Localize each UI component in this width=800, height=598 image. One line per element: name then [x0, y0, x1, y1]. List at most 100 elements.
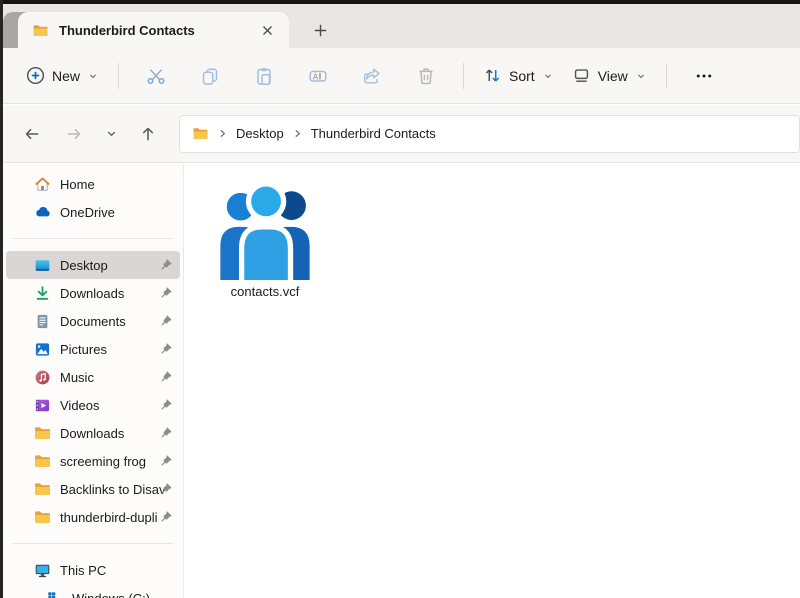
view-button[interactable]: View: [563, 59, 656, 92]
sidebar-item-label: Home: [60, 177, 180, 192]
rename-button[interactable]: A: [298, 58, 338, 94]
sidebar-item-backlinks-to-disavow[interactable]: Backlinks to Disav: [6, 475, 180, 503]
folder-icon: [34, 425, 51, 442]
tab-title: Thunderbird Contacts: [59, 23, 195, 38]
sidebar-item-desktop[interactable]: Desktop: [6, 251, 180, 279]
cut-button[interactable]: [136, 58, 176, 94]
view-icon: [572, 66, 591, 85]
pin-icon[interactable]: [159, 426, 173, 440]
new-tab-button[interactable]: [306, 17, 334, 43]
clipboard-icon: [254, 66, 274, 86]
paste-button[interactable]: [244, 58, 284, 94]
pin-icon[interactable]: [159, 258, 173, 272]
sidebar-item-label: This PC: [60, 563, 180, 578]
sidebar-item-downloads[interactable]: Downloads: [6, 279, 180, 307]
folder-icon: [192, 126, 209, 141]
share-icon: [362, 66, 382, 86]
sidebar-divider: [13, 238, 173, 239]
share-button[interactable]: [352, 58, 392, 94]
sidebar-item-screeming-frog[interactable]: screeming frog: [6, 447, 180, 475]
sidebar-item-music[interactable]: Music: [6, 363, 180, 391]
delete-button[interactable]: [406, 58, 446, 94]
view-button-label: View: [598, 68, 628, 84]
pictures-icon: [34, 341, 51, 358]
window-left-edge: [0, 0, 3, 598]
videos-icon: [34, 397, 51, 414]
folder-icon: [34, 509, 51, 526]
copy-icon: [200, 66, 220, 86]
explorer-tab[interactable]: Thunderbird Contacts: [18, 12, 289, 48]
sort-button-label: Sort: [509, 68, 535, 84]
new-button[interactable]: New: [17, 59, 108, 92]
onedrive-cloud-icon: [34, 204, 51, 221]
rename-icon: A: [308, 66, 328, 86]
navigation-pane: Home OneDrive Desktop: [3, 164, 184, 598]
address-input[interactable]: Desktop Thunderbird Contacts: [179, 115, 800, 153]
copy-button[interactable]: [190, 58, 230, 94]
file-item-contacts-vcf[interactable]: contacts.vcf: [212, 178, 318, 299]
pin-icon[interactable]: [159, 314, 173, 328]
sidebar-item-documents[interactable]: Documents: [6, 307, 180, 335]
sidebar-item-downloads-folder[interactable]: Downloads: [6, 419, 180, 447]
sidebar-divider: [13, 543, 173, 544]
scissors-icon: [146, 66, 166, 86]
new-button-label: New: [52, 68, 80, 84]
sidebar-item-home[interactable]: Home: [6, 170, 180, 198]
drive-icon: [46, 590, 63, 598]
toolbar-divider: [666, 63, 667, 89]
chevron-right-icon: [217, 128, 228, 139]
pin-icon[interactable]: [159, 510, 173, 524]
chevron-down-icon: [87, 70, 99, 82]
address-bar-row: Desktop Thunderbird Contacts: [3, 105, 800, 163]
sidebar-item-this-pc[interactable]: This PC: [6, 556, 180, 584]
breadcrumb-item-thunderbird-contacts[interactable]: Thunderbird Contacts: [305, 123, 442, 144]
home-icon: [34, 176, 51, 193]
sort-button[interactable]: Sort: [474, 59, 563, 92]
ellipsis-icon: [694, 66, 714, 86]
tab-close-button[interactable]: [255, 18, 279, 42]
folder-icon: [34, 481, 51, 498]
forward-button[interactable]: [56, 117, 92, 151]
sidebar-item-videos[interactable]: Videos: [6, 391, 180, 419]
document-icon: [34, 313, 51, 330]
toolbar-divider: [118, 63, 119, 89]
see-more-button[interactable]: [684, 58, 724, 94]
computer-icon: [34, 562, 51, 579]
toolbar-divider: [463, 63, 464, 89]
pin-icon[interactable]: [159, 286, 173, 300]
plus-circle-icon: [26, 66, 45, 85]
back-button[interactable]: [14, 117, 50, 151]
music-icon: [34, 369, 51, 386]
pin-icon[interactable]: [159, 482, 173, 496]
sidebar-item-pictures[interactable]: Pictures: [6, 335, 180, 363]
pin-icon[interactable]: [159, 398, 173, 412]
contacts-people-icon: [214, 178, 316, 280]
folder-icon: [32, 23, 49, 38]
sort-icon: [483, 66, 502, 85]
pin-icon[interactable]: [159, 370, 173, 384]
breadcrumb-item-desktop[interactable]: Desktop: [230, 123, 290, 144]
file-list-area[interactable]: contacts.vcf: [184, 164, 800, 598]
pin-icon[interactable]: [159, 454, 173, 468]
download-arrow-icon: [34, 285, 51, 302]
up-button[interactable]: [130, 117, 166, 151]
content-area: Home OneDrive Desktop: [3, 164, 800, 598]
window-top-edge: [0, 0, 800, 4]
chevron-right-icon: [292, 128, 303, 139]
sidebar-item-onedrive[interactable]: OneDrive: [6, 198, 180, 226]
svg-text:A: A: [313, 72, 319, 81]
pin-icon[interactable]: [159, 342, 173, 356]
sidebar-item-label: OneDrive: [60, 205, 180, 220]
chevron-down-icon: [635, 70, 647, 82]
command-toolbar: New: [3, 48, 800, 104]
folder-icon: [34, 453, 51, 470]
file-name-label: contacts.vcf: [231, 284, 300, 299]
sidebar-item-label: Windows (C:): [72, 591, 180, 598]
chevron-down-icon: [542, 70, 554, 82]
sidebar-item-windows-c-drive[interactable]: Windows (C:): [6, 584, 180, 598]
sidebar-item-thunderbird-duplicate[interactable]: thunderbird-dupli: [6, 503, 180, 531]
recent-locations-button[interactable]: [98, 117, 124, 151]
tab-bar: Thunderbird Contacts: [3, 4, 800, 48]
trash-icon: [416, 66, 436, 86]
desktop-icon: [34, 257, 51, 274]
